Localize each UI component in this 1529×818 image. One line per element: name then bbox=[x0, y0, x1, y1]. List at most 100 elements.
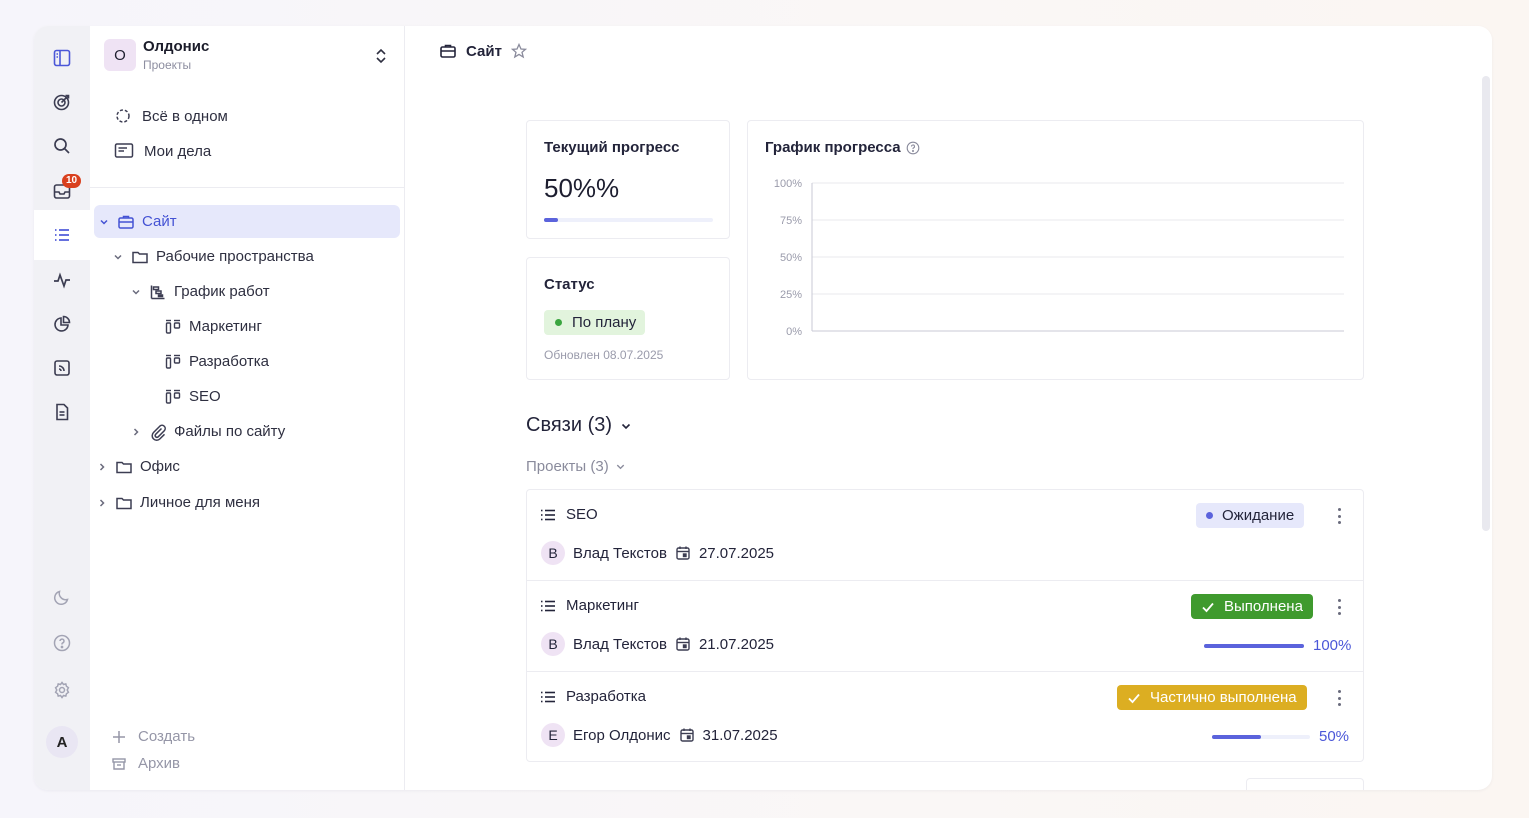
inbox-button[interactable]: 10 bbox=[34, 172, 90, 210]
chevron-right-icon[interactable] bbox=[96, 498, 108, 508]
check-icon bbox=[1128, 693, 1140, 703]
org-avatar: О bbox=[104, 39, 136, 71]
org-subtitle: Проекты bbox=[143, 58, 192, 72]
activity-button[interactable] bbox=[34, 261, 90, 299]
projects-button[interactable] bbox=[34, 210, 90, 260]
paperclip-icon bbox=[151, 424, 166, 441]
scrollbar[interactable] bbox=[1482, 76, 1490, 531]
page-title: Сайт bbox=[466, 42, 502, 60]
briefcase-icon bbox=[440, 44, 456, 58]
links-title: Связи (3) bbox=[526, 414, 613, 436]
project-name: Разработка bbox=[566, 688, 646, 705]
y-tick-label: 25% bbox=[780, 289, 802, 301]
tree-item-office[interactable]: Офис bbox=[96, 450, 180, 483]
chevron-right-icon[interactable] bbox=[96, 462, 108, 472]
icon-rail: 10 A bbox=[34, 26, 90, 790]
tree-item-schedule[interactable]: График работ bbox=[130, 275, 270, 308]
tree-item-label: Маркетинг bbox=[189, 318, 262, 335]
list-icon bbox=[55, 229, 69, 241]
progress-bar bbox=[544, 218, 713, 222]
status-badge[interactable]: Ожидание bbox=[1196, 503, 1305, 528]
documents-button[interactable] bbox=[34, 393, 90, 431]
links-section-toggle[interactable]: Связи (3) bbox=[526, 414, 632, 437]
chevron-down-icon[interactable] bbox=[130, 287, 142, 297]
org-switcher[interactable]: О Олдонис Проекты bbox=[104, 38, 209, 72]
sidebar-item-label: Всё в одном bbox=[142, 107, 228, 125]
theme-toggle-button[interactable] bbox=[34, 578, 90, 616]
card-title: График прогресса bbox=[765, 139, 901, 156]
more-options-icon[interactable] bbox=[1331, 597, 1347, 617]
archive-label: Архив bbox=[138, 755, 181, 772]
sidebar-item-all-in-one[interactable]: Всё в одном bbox=[114, 100, 228, 132]
due-date: 27.07.2025 bbox=[698, 544, 775, 562]
reports-button[interactable] bbox=[34, 305, 90, 343]
chevron-down-icon[interactable] bbox=[112, 252, 124, 262]
star-icon[interactable] bbox=[510, 43, 527, 59]
chevron-down-icon[interactable] bbox=[98, 217, 110, 227]
progress-value: 50%% bbox=[544, 173, 620, 203]
projects-section-toggle[interactable]: Проекты (3) bbox=[526, 458, 626, 475]
row-progress: 50% bbox=[1212, 728, 1349, 745]
tree-item-label: Рабочие пространства bbox=[156, 248, 314, 265]
feed-button[interactable] bbox=[34, 349, 90, 387]
more-options-icon[interactable] bbox=[1331, 688, 1347, 708]
plus-icon bbox=[113, 730, 125, 743]
status-badge[interactable]: Выполнена bbox=[1191, 594, 1313, 619]
main-content: Сайт Текущий прогресс 50%% Статус По пла… bbox=[405, 26, 1492, 790]
status-label: Ожидание bbox=[1222, 507, 1295, 524]
create-button[interactable]: Создать bbox=[112, 728, 195, 745]
progress-label: 50% bbox=[1319, 728, 1350, 745]
panel-icon bbox=[53, 49, 71, 67]
tree-item-personal[interactable]: Личное для меня bbox=[96, 486, 260, 519]
status-label: Выполнена bbox=[1224, 598, 1303, 615]
list-item[interactable]: SEO Ожидание В Влад Текстов 27.07.2025 bbox=[527, 490, 1363, 581]
tree-item-workspaces[interactable]: Рабочие пространства bbox=[112, 240, 314, 273]
goals-button[interactable] bbox=[34, 83, 90, 121]
linked-projects-list: SEO Ожидание В Влад Текстов 27.07.2025 М… bbox=[526, 489, 1364, 762]
tree-item-label: Офис bbox=[140, 458, 180, 475]
user-avatar[interactable]: A bbox=[46, 726, 78, 758]
tree-item-label: Сайт bbox=[142, 213, 177, 230]
create-label: Создать bbox=[138, 728, 196, 745]
archive-icon bbox=[112, 757, 126, 770]
tree-item-label: Разработка bbox=[189, 353, 269, 370]
help-icon[interactable] bbox=[906, 141, 920, 155]
progress-chart: 100% 75% 50% 25% 0% bbox=[774, 178, 1344, 338]
chevron-updown-icon[interactable] bbox=[375, 46, 387, 71]
activity-icon bbox=[54, 272, 70, 289]
card-title: Статус bbox=[544, 276, 595, 293]
list-item[interactable]: Маркетинг Выполнена В Влад Текстов 21.07… bbox=[527, 581, 1363, 672]
avatar: Е bbox=[541, 723, 565, 747]
tree-item-development[interactable]: Разработка bbox=[164, 345, 269, 378]
panel-toggle-button[interactable] bbox=[34, 39, 90, 77]
tree-item-marketing[interactable]: Маркетинг bbox=[164, 310, 262, 343]
settings-button[interactable] bbox=[34, 671, 90, 709]
status-badge[interactable]: Частично выполнена bbox=[1117, 685, 1307, 710]
sidebar-item-label: Мои дела bbox=[144, 142, 212, 160]
status-dot bbox=[555, 319, 562, 326]
search-button[interactable] bbox=[34, 127, 90, 165]
y-tick-label: 50% bbox=[780, 252, 802, 264]
archive-button[interactable]: Архив bbox=[112, 755, 180, 772]
tree-item-site[interactable]: Сайт bbox=[94, 205, 400, 238]
list-icon bbox=[541, 691, 555, 702]
tree-item-site-files[interactable]: Файлы по сайту bbox=[130, 415, 285, 448]
status-card: Статус По плану Обновлен 08.07.2025 bbox=[526, 257, 730, 380]
folder-icon bbox=[116, 461, 132, 473]
status-badge: По плану bbox=[544, 310, 646, 335]
help-icon bbox=[53, 634, 71, 652]
chevron-right-icon[interactable] bbox=[130, 427, 142, 437]
due-date: 31.07.2025 bbox=[702, 726, 778, 744]
help-button[interactable] bbox=[34, 624, 90, 662]
chevron-down-icon bbox=[621, 423, 631, 429]
sidebar-item-my-tasks[interactable]: Мои дела bbox=[114, 135, 211, 167]
more-options-icon[interactable] bbox=[1331, 506, 1347, 526]
y-tick-label: 75% bbox=[780, 215, 802, 227]
sidebar-divider bbox=[90, 187, 405, 188]
calendar-icon bbox=[676, 637, 690, 651]
all-in-one-icon bbox=[116, 109, 130, 123]
list-item[interactable]: Разработка Частично выполнена Е Егор Олд… bbox=[527, 672, 1363, 763]
tree-item-seo[interactable]: SEO bbox=[164, 380, 221, 413]
settings-icon bbox=[54, 681, 70, 699]
document-icon bbox=[56, 403, 69, 421]
